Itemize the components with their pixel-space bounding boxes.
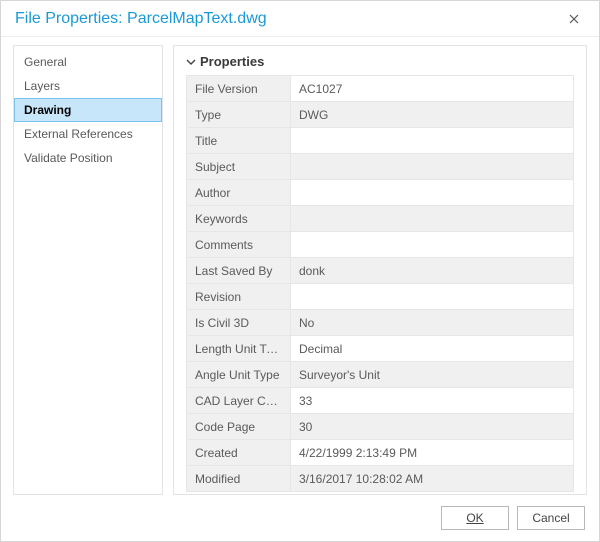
property-key: File Version [187, 76, 291, 102]
cancel-button[interactable]: Cancel [517, 506, 585, 530]
property-row: Comments [187, 232, 574, 258]
chevron-down-icon [186, 57, 196, 67]
sidebar-item-layers[interactable]: Layers [14, 74, 162, 98]
property-value[interactable] [291, 154, 574, 180]
property-key: Is Civil 3D [187, 310, 291, 336]
main-panel: Properties File VersionAC1027TypeDWGTitl… [173, 45, 587, 495]
property-key: CAD Layer Count [187, 388, 291, 414]
property-value[interactable] [291, 284, 574, 310]
section-title: Properties [200, 54, 264, 69]
sidebar-item-label: Layers [24, 79, 60, 93]
property-row: Last Saved Bydonk [187, 258, 574, 284]
property-key: Modified [187, 466, 291, 492]
sidebar-item-label: General [24, 55, 67, 69]
sidebar-item-label: Validate Position [24, 151, 113, 165]
property-value[interactable] [291, 232, 574, 258]
dialog-content: General Layers Drawing External Referenc… [1, 37, 599, 495]
property-row: CAD Layer Count33 [187, 388, 574, 414]
property-row: Code Page30 [187, 414, 574, 440]
property-key: Type [187, 102, 291, 128]
property-row: Created4/22/1999 2:13:49 PM [187, 440, 574, 466]
property-row: Angle Unit TypeSurveyor's Unit [187, 362, 574, 388]
sidebar-item-general[interactable]: General [14, 50, 162, 74]
property-key: Title [187, 128, 291, 154]
property-value[interactable]: donk [291, 258, 574, 284]
property-key: Revision [187, 284, 291, 310]
property-value[interactable]: No [291, 310, 574, 336]
property-key: Last Saved By [187, 258, 291, 284]
property-value[interactable]: 30 [291, 414, 574, 440]
property-key: Length Unit Type [187, 336, 291, 362]
sidebar-item-external-references[interactable]: External References [14, 122, 162, 146]
sidebar-item-drawing[interactable]: Drawing [14, 98, 162, 122]
property-value[interactable] [291, 180, 574, 206]
dialog-title: File Properties: ParcelMapText.dwg [15, 10, 561, 28]
close-button[interactable] [561, 6, 587, 32]
property-value[interactable] [291, 206, 574, 232]
property-key: Subject [187, 154, 291, 180]
property-row: File VersionAC1027 [187, 76, 574, 102]
file-properties-dialog: File Properties: ParcelMapText.dwg Gener… [0, 0, 600, 542]
property-value[interactable]: 33 [291, 388, 574, 414]
property-key: Angle Unit Type [187, 362, 291, 388]
property-row: Is Civil 3DNo [187, 310, 574, 336]
property-row: Title [187, 128, 574, 154]
property-row: Revision [187, 284, 574, 310]
sidebar-item-validate-position[interactable]: Validate Position [14, 146, 162, 170]
property-value[interactable]: 3/16/2017 10:28:02 AM [291, 466, 574, 492]
properties-table: File VersionAC1027TypeDWGTitleSubjectAut… [186, 75, 574, 492]
sidebar-item-label: External References [24, 127, 133, 141]
property-value[interactable]: DWG [291, 102, 574, 128]
titlebar: File Properties: ParcelMapText.dwg [1, 1, 599, 37]
sidebar: General Layers Drawing External Referenc… [13, 45, 163, 495]
sidebar-item-label: Drawing [24, 103, 71, 117]
property-key: Keywords [187, 206, 291, 232]
close-icon [569, 11, 579, 27]
property-row: Author [187, 180, 574, 206]
property-key: Comments [187, 232, 291, 258]
dialog-footer: OK Cancel [1, 495, 599, 541]
cancel-label: Cancel [532, 511, 569, 525]
property-row: Keywords [187, 206, 574, 232]
property-key: Created [187, 440, 291, 466]
ok-label: OK [466, 511, 483, 525]
property-row: Subject [187, 154, 574, 180]
property-value[interactable]: Decimal [291, 336, 574, 362]
property-value[interactable] [291, 128, 574, 154]
property-value[interactable]: 4/22/1999 2:13:49 PM [291, 440, 574, 466]
ok-button[interactable]: OK [441, 506, 509, 530]
property-value[interactable]: Surveyor's Unit [291, 362, 574, 388]
property-key: Author [187, 180, 291, 206]
property-key: Code Page [187, 414, 291, 440]
property-row: Length Unit TypeDecimal [187, 336, 574, 362]
property-row: TypeDWG [187, 102, 574, 128]
section-header[interactable]: Properties [186, 54, 574, 69]
property-row: Modified3/16/2017 10:28:02 AM [187, 466, 574, 492]
property-value[interactable]: AC1027 [291, 76, 574, 102]
